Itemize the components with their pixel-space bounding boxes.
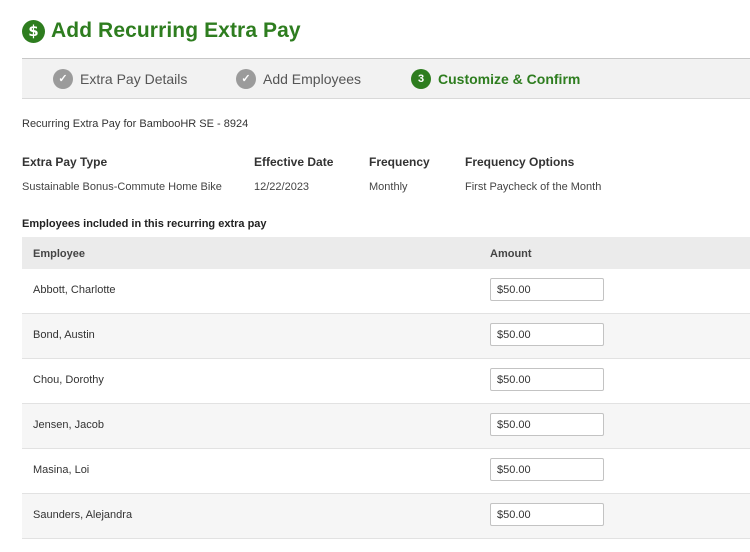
employee-name: Masina, Loi — [33, 464, 90, 476]
amount-input[interactable] — [490, 278, 604, 301]
column-header-employee: Employee — [33, 248, 85, 260]
amount-input[interactable] — [490, 503, 604, 526]
detail-frequency: Frequency Monthly — [369, 155, 430, 193]
amount-input[interactable] — [490, 323, 604, 346]
detail-label: Frequency — [369, 155, 430, 169]
table-row: Jensen, Jacob — [22, 404, 750, 449]
table-row: Masina, Loi — [22, 449, 750, 494]
checkmark-icon: ✓ — [236, 68, 256, 89]
employee-name: Bond, Austin — [33, 329, 95, 341]
checkmark-icon: ✓ — [53, 68, 73, 89]
dollar-icon: $ — [22, 19, 45, 43]
step-customize-confirm: 3 Customize & Confirm — [411, 59, 580, 98]
detail-value: Monthly — [369, 181, 408, 193]
wizard-stepper: ✓ Extra Pay Details ✓ Add Employees 3 Cu… — [22, 58, 750, 99]
detail-extra-pay-type: Extra Pay Type Sustainable Bonus-Commute… — [22, 155, 222, 193]
step-label: Extra Pay Details — [80, 70, 188, 87]
subtitle: Recurring Extra Pay for BambooHR SE - 89… — [22, 118, 249, 130]
column-header-amount: Amount — [490, 248, 532, 260]
page-title: Add Recurring Extra Pay — [51, 19, 301, 42]
amount-input[interactable] — [490, 458, 604, 481]
employee-name: Jensen, Jacob — [33, 419, 104, 431]
detail-value: Sustainable Bonus-Commute Home Bike — [22, 181, 222, 193]
detail-value: 12/22/2023 — [254, 181, 310, 193]
table-header: Employee Amount — [22, 237, 750, 269]
table-row: Abbott, Charlotte — [22, 269, 750, 314]
employee-name: Chou, Dorothy — [33, 374, 104, 386]
detail-effective-date: Effective Date 12/22/2023 — [254, 155, 333, 193]
employee-name: Saunders, Alejandra — [33, 509, 133, 521]
detail-frequency-options: Frequency Options First Paycheck of the … — [465, 155, 601, 193]
detail-label: Frequency Options — [465, 155, 575, 169]
table-row: Bond, Austin — [22, 314, 750, 359]
employees-section-label: Employees included in this recurring ext… — [22, 218, 267, 230]
step-extra-pay-details[interactable]: ✓ Extra Pay Details — [53, 59, 187, 98]
detail-value: First Paycheck of the Month — [465, 181, 602, 193]
table-row: Chou, Dorothy — [22, 359, 750, 404]
employee-name: Abbott, Charlotte — [33, 284, 116, 296]
amount-input[interactable] — [490, 413, 604, 436]
step-label: Customize & Confirm — [438, 70, 581, 87]
detail-label: Effective Date — [254, 155, 334, 169]
step-number-badge: 3 — [411, 68, 431, 89]
step-add-employees[interactable]: ✓ Add Employees — [236, 59, 361, 98]
amount-input[interactable] — [490, 368, 604, 391]
table-row: Saunders, Alejandra — [22, 494, 750, 539]
employees-table: Employee Amount Abbott, Charlotte Bond, … — [22, 237, 750, 539]
detail-label: Extra Pay Type — [22, 155, 108, 169]
step-label: Add Employees — [263, 70, 362, 87]
page-header: $ Add Recurring Extra Pay — [22, 19, 301, 43]
